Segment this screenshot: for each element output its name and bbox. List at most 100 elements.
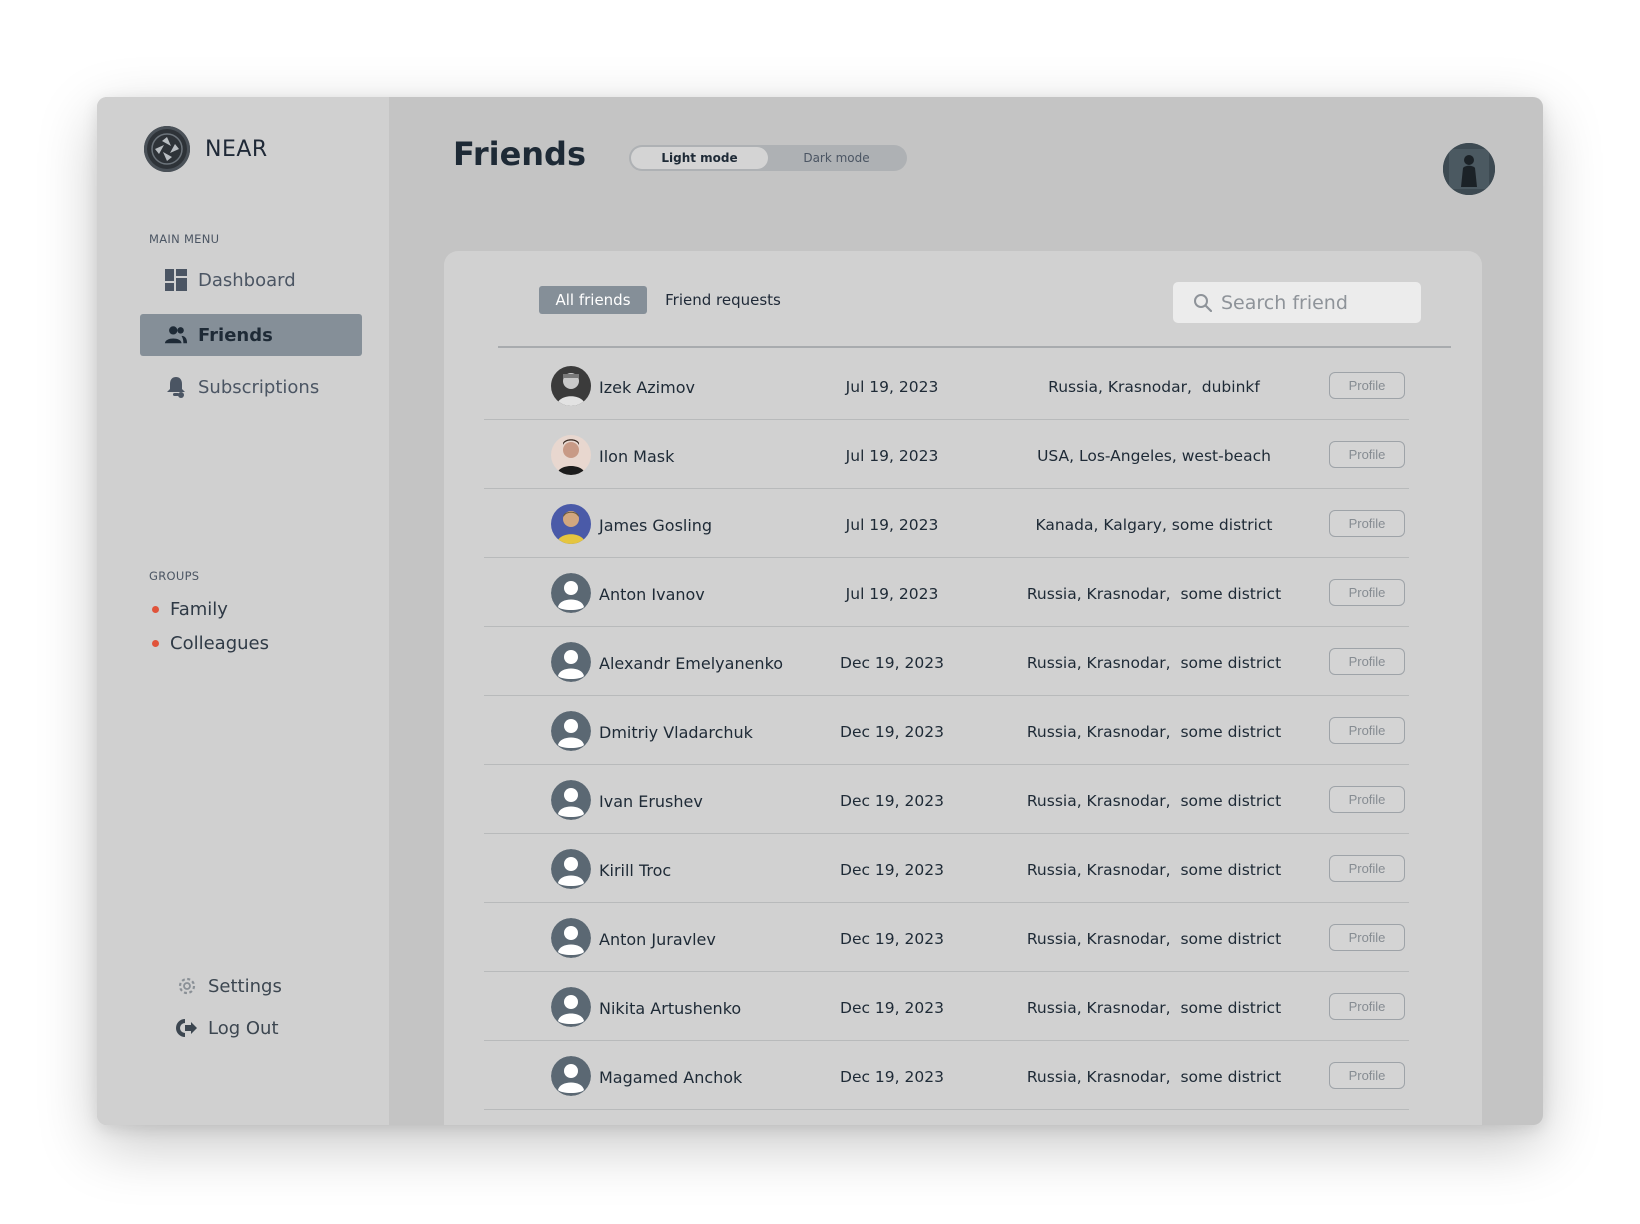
friend-name[interactable]: Alexandr Emelyanenko: [599, 654, 783, 673]
friend-row: Ilon Mask Jul 19, 2023 USA, Los-Angeles, w…: [484, 420, 1409, 489]
friend-date: Jul 19, 2023: [845, 516, 939, 534]
profile-button[interactable]: Profile: [1329, 717, 1405, 744]
sidebar-item-label: Subscriptions: [198, 376, 320, 398]
tab-all-friends[interactable]: All friends: [539, 286, 647, 314]
default-avatar-icon[interactable]: [551, 918, 591, 958]
friend-location: Russia, Krasnodar, dubinkf: [1048, 378, 1260, 396]
profile-button[interactable]: Profile: [1329, 372, 1405, 399]
logout-label: Log Out: [208, 1017, 279, 1039]
friend-row: Magamed Anchok Dec 19, 2023 Russia, Krasno…: [484, 1041, 1409, 1110]
default-avatar-icon[interactable]: [551, 780, 591, 820]
logout-button[interactable]: Log Out: [175, 1016, 279, 1040]
friend-date: Dec 19, 2023: [840, 930, 944, 948]
group-color-dot: [152, 640, 159, 647]
app-logo[interactable]: NEAR: [144, 126, 268, 172]
friend-avatar[interactable]: [551, 504, 591, 544]
profile-button[interactable]: Profile: [1329, 441, 1405, 468]
friend-date: Jul 19, 2023: [845, 585, 939, 603]
app-name: NEAR: [205, 136, 268, 162]
friend-row: Izek Azimov Jul 19, 2023 Russia, Krasnodar…: [484, 351, 1409, 420]
friend-name[interactable]: Izek Azimov: [599, 378, 695, 397]
friends-panel: All friends Friend requests Izek Azimov J…: [444, 251, 1482, 1125]
friend-date: Dec 19, 2023: [840, 999, 944, 1017]
default-avatar-icon[interactable]: [551, 642, 591, 682]
logout-icon: [175, 1016, 199, 1040]
default-avatar-icon[interactable]: [551, 987, 591, 1027]
friend-row: Alexandr Emelyanenko Dec 19, 2023 Russia, …: [484, 627, 1409, 696]
users-icon: [164, 323, 188, 347]
tab-friend-requests[interactable]: Friend requests: [662, 286, 784, 314]
user-avatar[interactable]: [1443, 143, 1495, 195]
friend-name[interactable]: Dmitriy Vladarchuk: [599, 723, 753, 742]
group-item-family[interactable]: Family: [152, 599, 228, 620]
friend-row: Kirill Troc Dec 19, 2023 Russia, Krasnodar…: [484, 834, 1409, 903]
friend-location: USA, Los-Angeles, west-beach: [1037, 447, 1271, 465]
friend-row: Anton Ivanov Jul 19, 2023 Russia, Krasnoda…: [484, 558, 1409, 627]
group-item-label: Colleagues: [170, 633, 269, 654]
friend-location: Russia, Krasnodar, some district: [1026, 1068, 1282, 1086]
friend-location: Russia, Krasnodar, some district: [1026, 792, 1282, 810]
profile-button[interactable]: Profile: [1329, 855, 1405, 882]
default-avatar-icon[interactable]: [551, 1056, 591, 1096]
settings-label: Settings: [208, 975, 282, 997]
sidebar-item-subscriptions[interactable]: Subscriptions: [140, 366, 362, 408]
friend-name[interactable]: Ivan Erushev: [599, 792, 703, 811]
profile-button[interactable]: Profile: [1329, 1062, 1405, 1089]
default-avatar-icon[interactable]: [551, 573, 591, 613]
sidebar-item-label: Dashboard: [198, 269, 296, 291]
gear-icon: [175, 974, 199, 998]
profile-button[interactable]: Profile: [1329, 993, 1405, 1020]
friend-row: Dmitriy Vladarchuk Dec 19, 2023 Russia, Kr…: [484, 696, 1409, 765]
friend-location: Kanada, Kalgary, some district: [1035, 516, 1273, 534]
camera-shutter-icon: [144, 126, 190, 172]
profile-button[interactable]: Profile: [1329, 924, 1405, 951]
profile-button[interactable]: Profile: [1329, 579, 1405, 606]
search-box[interactable]: [1173, 282, 1421, 323]
friend-avatar[interactable]: [551, 435, 591, 475]
app-window: NEAR MAIN MENU Dashboard Friends Subscri…: [97, 97, 1543, 1125]
sidebar-item-dashboard[interactable]: Dashboard: [140, 259, 362, 301]
dashboard-icon: [164, 268, 188, 292]
groups-label: GROUPS: [149, 569, 200, 583]
friends-list: Izek Azimov Jul 19, 2023 Russia, Krasnodar…: [484, 351, 1409, 1110]
light-mode-option[interactable]: Light mode: [631, 147, 768, 169]
friend-row: Ivan Erushev Dec 19, 2023 Russia, Krasnoda…: [484, 765, 1409, 834]
profile-button[interactable]: Profile: [1329, 510, 1405, 537]
theme-mode-toggle[interactable]: Light mode Dark mode: [629, 145, 907, 171]
group-item-colleagues[interactable]: Colleagues: [152, 633, 269, 654]
friend-name[interactable]: Anton Ivanov: [599, 585, 705, 604]
friend-date: Dec 19, 2023: [840, 861, 944, 879]
friend-date: Dec 19, 2023: [840, 654, 944, 672]
friend-avatar[interactable]: [551, 366, 591, 406]
profile-button[interactable]: Profile: [1329, 648, 1405, 675]
sidebar-item-friends[interactable]: Friends: [140, 314, 362, 356]
search-input[interactable]: [1221, 291, 1401, 314]
default-avatar-icon[interactable]: [551, 711, 591, 751]
friend-name[interactable]: Magamed Anchok: [599, 1068, 742, 1087]
friend-row: James Gosling Jul 19, 2023 Kanada, Kalgary…: [484, 489, 1409, 558]
friend-row: Anton Juravlev Dec 19, 2023 Russia, Krasno…: [484, 903, 1409, 972]
friend-date: Jul 19, 2023: [845, 378, 939, 396]
profile-button[interactable]: Profile: [1329, 786, 1405, 813]
dark-mode-option[interactable]: Dark mode: [768, 147, 905, 169]
friend-date: Jul 19, 2023: [845, 447, 939, 465]
friend-name[interactable]: Anton Juravlev: [599, 930, 716, 949]
friend-location: Russia, Krasnodar, some district: [1026, 723, 1282, 741]
default-avatar-icon[interactable]: [551, 849, 591, 889]
friend-location: Russia, Krasnodar, some district: [1026, 654, 1282, 672]
page-title: Friends: [453, 135, 586, 173]
friend-date: Dec 19, 2023: [840, 1068, 944, 1086]
group-color-dot: [152, 606, 159, 613]
friend-location: Russia, Krasnodar, some district: [1026, 999, 1282, 1017]
settings-button[interactable]: Settings: [175, 974, 282, 998]
friend-name[interactable]: Kirill Troc: [599, 861, 671, 880]
friend-row: Nikita Artushenko Dec 19, 2023 Russia, Kra…: [484, 972, 1409, 1041]
friend-name[interactable]: James Gosling: [599, 516, 712, 535]
friend-date: Dec 19, 2023: [840, 723, 944, 741]
main-menu-label: MAIN MENU: [149, 232, 220, 246]
friend-name[interactable]: Nikita Artushenko: [599, 999, 741, 1018]
friend-name[interactable]: Ilon Mask: [599, 447, 674, 466]
group-item-label: Family: [170, 599, 228, 620]
friend-location: Russia, Krasnodar, some district: [1026, 930, 1282, 948]
sidebar-item-label: Friends: [198, 324, 273, 346]
